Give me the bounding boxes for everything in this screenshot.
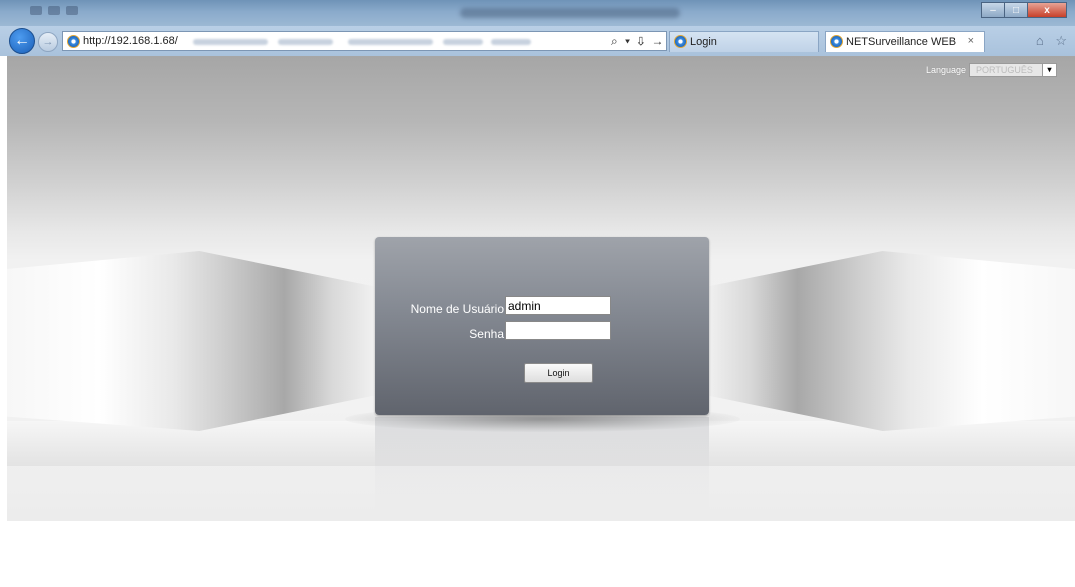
language-label: Language	[925, 65, 966, 75]
close-tab-icon[interactable]: ×	[968, 35, 974, 47]
language-selector: Language PORTUGUÊS ▾	[926, 63, 1057, 77]
maximize-button[interactable]: □	[1004, 2, 1028, 18]
browser-nav-bar: ← → http://192.168.1.68/ ⌕ ▾ ⇩ → Login N…	[0, 26, 1075, 56]
search-refresh-icons[interactable]: ⌕ ▾ ⇩ →	[611, 34, 666, 49]
chevron-down-icon[interactable]: ▾	[1042, 64, 1056, 76]
corridor-left-decor	[7, 251, 377, 431]
minimize-button[interactable]: –	[981, 2, 1005, 18]
close-window-button[interactable]: x	[1027, 2, 1067, 18]
username-field[interactable]	[505, 296, 611, 315]
blurred-text	[443, 39, 483, 45]
password-field[interactable]	[505, 321, 611, 340]
ie-tab-icon	[674, 35, 687, 48]
blurred-text	[348, 39, 433, 45]
quick-access-icon[interactable]	[48, 6, 60, 15]
blurred-text	[193, 39, 268, 45]
window-controls: – □ x	[981, 2, 1067, 18]
tab-login[interactable]: Login	[669, 31, 819, 52]
forward-arrow-icon[interactable]: →	[38, 32, 58, 52]
tab-label: NETSurveillance WEB	[846, 36, 957, 48]
language-selected: PORTUGUÊS	[976, 65, 1033, 75]
blurred-text	[491, 39, 531, 45]
tab-netsurveillance[interactable]: NETSurveillance WEB ×	[825, 31, 985, 52]
window-title-blurred	[460, 8, 680, 18]
home-favorites-icons[interactable]: ⌂ ☆	[1036, 33, 1071, 49]
ie-page-icon	[67, 35, 80, 48]
login-page: Language PORTUGUÊS ▾ Nome de Usuário Sen…	[0, 56, 1075, 587]
login-panel: Nome de Usuário Senha Login	[375, 237, 709, 415]
quick-access-icon[interactable]	[30, 6, 42, 15]
ie-tab-icon	[830, 35, 843, 48]
back-arrow-icon[interactable]: ←	[9, 28, 35, 54]
password-label: Senha	[469, 327, 504, 341]
language-dropdown[interactable]: PORTUGUÊS ▾	[969, 63, 1057, 77]
corridor-right-decor	[705, 251, 1075, 431]
tab-label: Login	[690, 36, 717, 48]
browser-title-bar: – □ x	[0, 0, 1075, 26]
username-label: Nome de Usuário	[410, 302, 504, 316]
address-url[interactable]: http://192.168.1.68/	[83, 35, 178, 47]
login-button[interactable]: Login	[524, 363, 593, 383]
quick-access-icon[interactable]	[66, 6, 78, 15]
address-bar[interactable]: http://192.168.1.68/ ⌕ ▾ ⇩ →	[62, 31, 667, 51]
blurred-text	[278, 39, 333, 45]
